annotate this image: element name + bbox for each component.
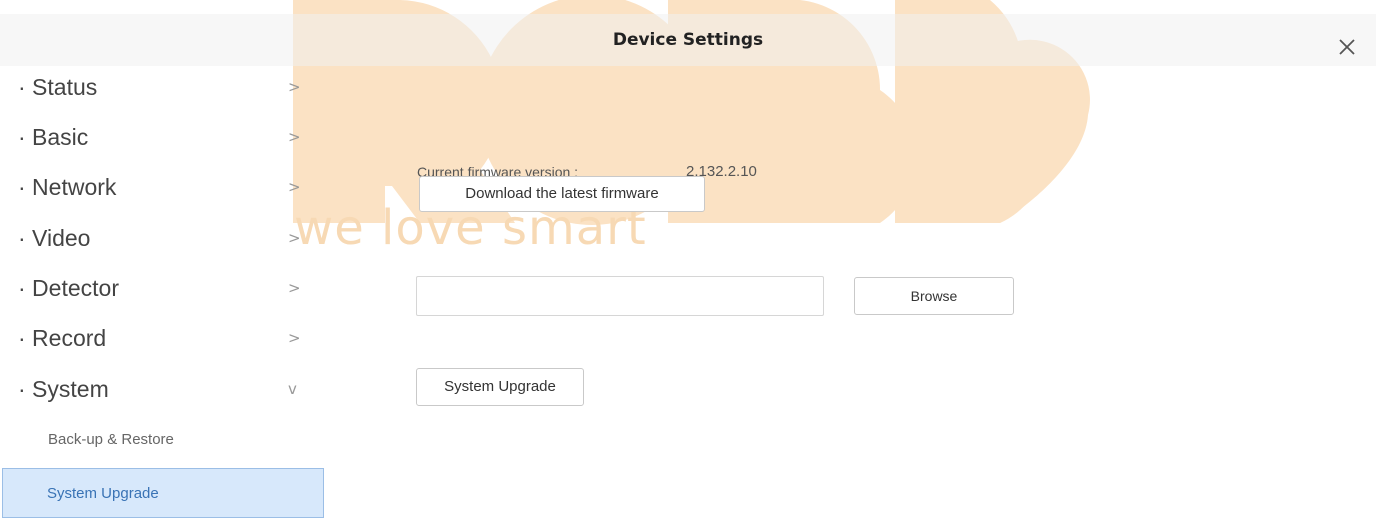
chevron-right-icon: > [288,229,301,247]
chevron-down-icon: v [288,380,297,398]
sidebar-subitem-system-upgrade[interactable]: System Upgrade [2,468,324,518]
sidebar-item-network[interactable]: · Network > [10,164,322,208]
sidebar-item-label: · Record [18,325,107,351]
window-title: Device Settings [612,30,764,50]
sidebar-item-label: · Video [18,225,91,251]
device-settings-window: we love smart Device Settings · Status >… [0,0,1376,523]
download-firmware-button[interactable]: Download the latest firmware [419,176,705,212]
sidebar-item-label: · Detector [18,275,119,301]
chevron-right-icon: > [288,78,301,96]
sidebar-item-label: · Network [18,174,117,200]
chevron-right-icon: > [288,128,301,146]
sidebar-item-system[interactable]: · System v [10,366,322,410]
sidebar-item-label: · System [18,376,109,402]
sidebar-subitem-label: System Upgrade [47,485,159,502]
chevron-right-icon: > [288,178,301,196]
browse-button[interactable]: Browse [854,277,1014,315]
close-button[interactable] [1334,34,1360,60]
sidebar-item-record[interactable]: · Record > [10,315,322,359]
firmware-file-input[interactable] [416,276,824,316]
title-bar: Device Settings [0,14,1376,66]
sidebar-item-status[interactable]: · Status > [10,64,322,108]
sidebar-item-video[interactable]: · Video > [10,215,322,259]
sidebar-item-label: · Basic [18,124,89,150]
sidebar-item-basic[interactable]: · Basic > [10,114,322,158]
close-icon [1339,39,1355,55]
settings-sidebar: · Status > · Basic > · Network > · Video… [2,62,324,523]
sidebar-subitem-backup-restore[interactable]: Back-up & Restore [10,418,322,462]
sidebar-item-label: · Status [18,74,98,100]
chevron-right-icon: > [288,279,301,297]
system-upgrade-button[interactable]: System Upgrade [416,368,584,406]
system-upgrade-panel: Current firmware version : 2.132.2.10 Do… [416,120,1116,440]
sidebar-item-detector[interactable]: · Detector > [10,265,322,309]
sidebar-subitem-label: Back-up & Restore [48,431,174,448]
chevron-right-icon: > [288,329,301,347]
